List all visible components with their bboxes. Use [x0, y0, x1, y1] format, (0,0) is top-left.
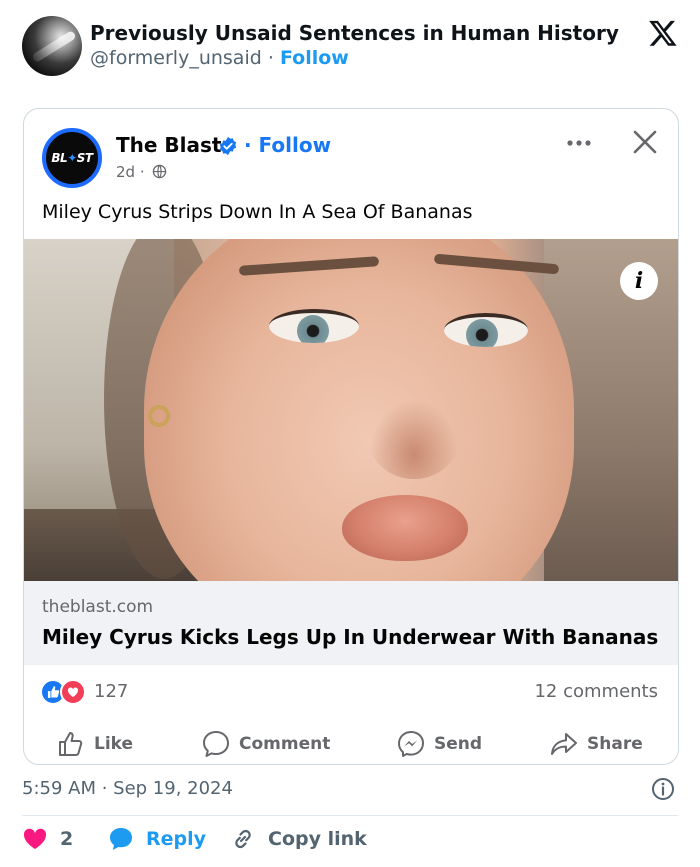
send-button[interactable]: Send: [396, 729, 482, 759]
link-title[interactable]: Miley Cyrus Kicks Legs Up In Underwear W…: [42, 625, 658, 649]
post-age[interactable]: 2d ·: [116, 163, 145, 181]
author-handle[interactable]: @formerly_unsaid: [90, 47, 262, 69]
reply-label: Reply: [146, 828, 207, 850]
link-domain: theblast.com: [42, 597, 154, 617]
page-name[interactable]: The Blast: [116, 133, 221, 157]
handle-separator: ·: [267, 47, 274, 69]
info-icon[interactable]: [651, 777, 675, 801]
author-handle-line: @formerly_unsaid · Follow: [90, 47, 349, 69]
like-count: 2: [60, 828, 74, 850]
tweet-action-bar: 2 Reply Copy link: [22, 826, 678, 856]
the-blast-logo[interactable]: BL✦ST: [42, 128, 102, 188]
share-label: Share: [587, 734, 643, 754]
photo-eye: [444, 313, 528, 347]
photo-lips: [342, 495, 468, 561]
verified-badge-icon: [219, 136, 237, 156]
follow-button[interactable]: Follow: [280, 47, 349, 69]
more-options-icon[interactable]: [564, 133, 594, 153]
reply-button[interactable]: Reply: [108, 826, 206, 852]
comment-label: Comment: [239, 734, 331, 754]
copy-link-button[interactable]: Copy link: [230, 826, 367, 852]
send-label: Send: [434, 734, 483, 754]
x-logo-icon[interactable]: [648, 18, 678, 48]
photo-earring: [148, 405, 170, 427]
photo-info-button[interactable]: i: [620, 262, 658, 300]
author-avatar[interactable]: [22, 16, 82, 76]
embedded-post-card[interactable]: BL✦ST The Blast · Follow 2d · Miley Cyru…: [23, 108, 679, 765]
heart-icon: [23, 828, 47, 849]
photo-eye: [269, 309, 359, 343]
like-tweet-button[interactable]: 2: [22, 826, 73, 852]
link-preview[interactable]: theblast.com Miley Cyrus Kicks Legs Up I…: [24, 581, 678, 665]
author-name[interactable]: Previously Unsaid Sentences in Human His…: [90, 21, 619, 45]
share-button[interactable]: Share: [549, 729, 643, 759]
messenger-icon: [398, 731, 424, 757]
share-arrow-icon: [551, 733, 577, 755]
post-photo[interactable]: i: [24, 239, 678, 581]
globe-icon: [153, 164, 167, 179]
page-follow-button[interactable]: · Follow: [244, 133, 331, 157]
post-text: Miley Cyrus Strips Down In A Sea Of Bana…: [42, 201, 473, 223]
comment-button[interactable]: Comment: [201, 729, 330, 759]
thumbs-up-icon: [59, 732, 83, 756]
comment-bubble-icon: [203, 731, 229, 757]
avatar-art: [31, 29, 77, 64]
love-reaction-icon: [60, 679, 86, 705]
like-button[interactable]: Like: [56, 729, 133, 759]
reply-bubble-icon: [110, 828, 132, 850]
tweet-timestamp[interactable]: 5:59 AM · Sep 19, 2024: [22, 778, 233, 799]
tweet-header: Previously Unsaid Sentences in Human His…: [0, 0, 700, 100]
copy-link-label: Copy link: [268, 828, 367, 850]
photo-nose: [369, 399, 459, 479]
post-meta: 2d ·: [116, 163, 167, 181]
close-icon[interactable]: [632, 129, 658, 155]
comments-count[interactable]: 12 comments: [534, 681, 658, 702]
post-action-bar: Like Comment Send Share: [24, 729, 678, 764]
logo-text: BL✦ST: [51, 151, 93, 165]
link-icon: [235, 829, 251, 849]
divider: [22, 815, 678, 816]
reactions-count: 127: [94, 681, 129, 702]
like-label: Like: [94, 734, 134, 754]
